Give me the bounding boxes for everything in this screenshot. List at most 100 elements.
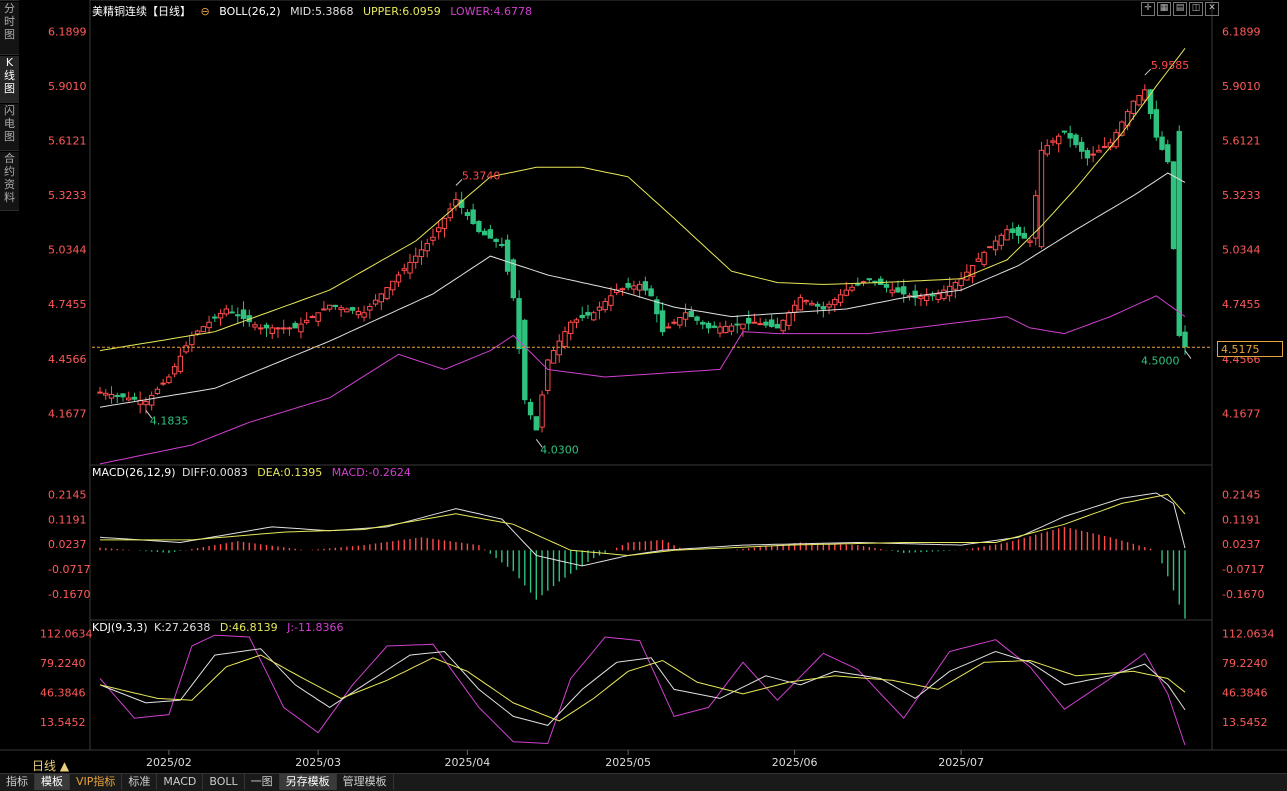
bottom-tab-7[interactable]: 另存模板 <box>279 774 337 790</box>
candle-body-46 <box>361 312 367 318</box>
bottom-tab-2[interactable]: VIP指标 <box>70 774 123 790</box>
grid-icon[interactable]: ▦ <box>1157 2 1171 16</box>
candle-body-86 <box>591 312 597 321</box>
y-tick-right-7: 4.1677 <box>1222 407 1261 420</box>
candle-body-126 <box>820 306 827 310</box>
crosshair-icon[interactable]: ✛ <box>1141 2 1155 16</box>
candle-body-6 <box>131 396 138 400</box>
candle-body-37 <box>309 316 316 319</box>
candle-body-184 <box>1153 109 1159 138</box>
kdj-j: J:-11.8366 <box>287 621 344 634</box>
period-selector[interactable]: 日线 ▲ <box>32 757 69 774</box>
left-tab-1[interactable]: K线图 <box>0 56 19 103</box>
y-tick-left-1: 5.9010 <box>48 80 87 93</box>
candle-body-110 <box>728 325 735 332</box>
layout-icon[interactable]: ▤ <box>1173 2 1187 16</box>
left-tab-3[interactable]: 合约资料 <box>0 152 19 211</box>
chart-canvas[interactable]: 6.1899 6.1899 5.9010 5.9010 5.6121 5.6121 5.32… <box>0 0 1287 790</box>
y-tick-left-4: 5.0344 <box>48 244 87 257</box>
candle-body-124 <box>809 302 815 306</box>
bottom-tab-0[interactable]: 指标 <box>0 774 35 790</box>
macd-tick-left-1: 0.1191 <box>48 513 87 526</box>
candle-body-113 <box>746 318 752 324</box>
bottom-tab-6[interactable]: 一图 <box>245 774 280 790</box>
kdj-tick-left-1: 79.2240 <box>40 657 86 670</box>
candle-body-8 <box>143 401 149 406</box>
candle-body-34 <box>292 322 298 329</box>
kdj-k: K:27.2638 <box>154 621 211 634</box>
candle-body-79 <box>550 350 557 364</box>
candle-body-15 <box>183 345 189 353</box>
macd-tick-left-2: 0.0237 <box>48 538 87 551</box>
candle-body-182 <box>1142 89 1148 101</box>
candle-body-140 <box>901 286 907 295</box>
boll-mid-line <box>99 172 1186 408</box>
candle-body-95 <box>642 281 649 291</box>
settings-gear-icon[interactable]: ⊖ <box>201 5 210 18</box>
y-tick-left-7: 4.1677 <box>48 407 87 420</box>
candle-body-0 <box>97 391 103 394</box>
candle-body-40 <box>326 304 333 310</box>
candle-body-41 <box>332 304 339 307</box>
candle-body-135 <box>872 280 878 283</box>
kdj-tick-left-3: 13.5452 <box>40 716 86 729</box>
candle-body-122 <box>797 297 804 311</box>
candle-body-131 <box>849 286 855 291</box>
macd-value: MACD:-0.2624 <box>331 466 411 479</box>
bottom-tab-4[interactable]: MACD <box>157 774 204 790</box>
left-tab-0[interactable]: 分时图 <box>0 2 19 55</box>
candle-body-186 <box>1165 144 1171 163</box>
candle-body-47 <box>367 305 373 311</box>
candle-body-130 <box>843 289 849 296</box>
panel-border-2 <box>89 619 1213 751</box>
bottom-tab-3[interactable]: 标准 <box>122 774 158 790</box>
candle-body-12 <box>166 376 172 384</box>
candle-body-139 <box>895 287 901 293</box>
candle-body-92 <box>625 282 631 288</box>
candle-body-84 <box>579 314 585 318</box>
candle-body-5 <box>126 397 132 401</box>
candle-body-105 <box>700 321 706 325</box>
candle-body-132 <box>855 283 861 286</box>
candle-body-57 <box>424 243 430 252</box>
candle-body-25 <box>240 309 247 319</box>
kdj-title-row: KDJ(9,3,3) K:27.2638 D:46.8139 J:-11.836… <box>92 621 350 635</box>
trading-chart-window: 6.1899 6.1899 5.9010 5.9010 5.6121 5.6121 5.32… <box>0 0 1287 791</box>
x-tick-label-1: 2025/03 <box>295 756 341 769</box>
candle-body-123 <box>803 300 809 303</box>
candle-body-33 <box>286 327 293 330</box>
candle-body-10 <box>154 388 161 394</box>
candle-body-169 <box>1067 133 1073 139</box>
macd-tick-left-4: -0.1670 <box>48 588 90 601</box>
candle-body-128 <box>832 299 838 306</box>
candle-body-30 <box>269 327 275 334</box>
close-icon[interactable]: ✕ <box>1205 2 1219 16</box>
candle-body-22 <box>223 308 229 315</box>
split-icon[interactable]: ◫ <box>1189 2 1203 16</box>
candle-body-157 <box>998 234 1004 246</box>
candle-body-146 <box>935 293 941 300</box>
macd-diff: DIFF:0.0083 <box>182 466 248 479</box>
y-tick-left-0: 6.1899 <box>48 25 87 38</box>
bottom-tab-5[interactable]: BOLL <box>203 774 245 790</box>
left-tab-2[interactable]: 闪电图 <box>0 104 19 151</box>
y-tick-left-6: 4.4566 <box>48 353 87 366</box>
bottom-tab-8[interactable]: 管理模板 <box>337 774 394 790</box>
macd-tick-right-1: 0.1191 <box>1222 513 1261 526</box>
candle-body-127 <box>826 303 832 308</box>
candle-body-156 <box>992 240 999 251</box>
candle-body-134 <box>866 278 872 281</box>
candle-body-50 <box>384 287 390 300</box>
candle-body-59 <box>436 227 442 233</box>
candle-body-36 <box>303 319 310 323</box>
candle-body-150 <box>958 278 964 287</box>
bottom-tab-1[interactable]: 模板 <box>35 774 70 790</box>
current-price-tag: 4.5175 <box>1217 341 1283 357</box>
candle-body-20 <box>212 316 218 319</box>
candle-body-102 <box>682 312 689 320</box>
candle-body-114 <box>751 321 758 324</box>
candle-body-159 <box>1010 228 1016 233</box>
candle-body-189 <box>1182 331 1188 348</box>
bottom-toolbar: 指标 模板 VIP指标 标准 MACD BOLL 一图 另存模板 管理模板 <box>0 773 1287 791</box>
candle-body-39 <box>321 308 327 311</box>
